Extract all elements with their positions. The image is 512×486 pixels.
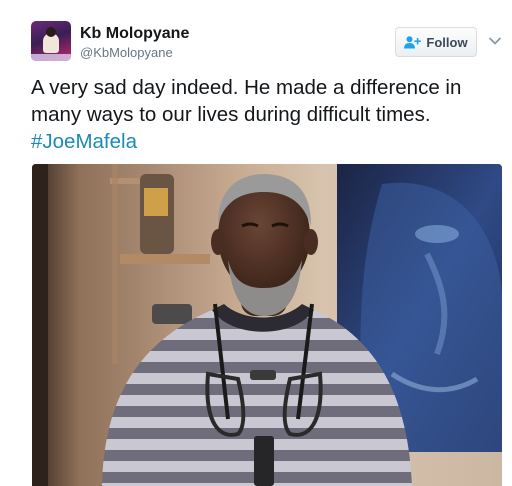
chevron-down-icon[interactable] — [488, 34, 502, 48]
tweet-text: A very sad day indeed. He made a differe… — [31, 74, 501, 155]
follow-button[interactable]: Follow — [395, 27, 477, 57]
hashtag-link[interactable]: #JoeMafela — [31, 130, 137, 153]
photo-illustration — [32, 164, 502, 486]
author-avatar[interactable] — [31, 21, 71, 61]
follow-label: Follow — [426, 34, 468, 50]
author-handle[interactable]: @KbMolopyane — [80, 45, 173, 60]
tweet-card: Kb Molopyane @KbMolopyane Follow A very … — [0, 0, 512, 486]
tweet-text-line: A very sad day indeed. He made a differe… — [31, 76, 462, 99]
author-display-name[interactable]: Kb Molopyane — [80, 25, 189, 43]
tweet-photo[interactable] — [32, 164, 502, 486]
add-user-icon — [404, 35, 422, 49]
tweet-text-line: many ways to our lives during difficult … — [31, 103, 431, 126]
